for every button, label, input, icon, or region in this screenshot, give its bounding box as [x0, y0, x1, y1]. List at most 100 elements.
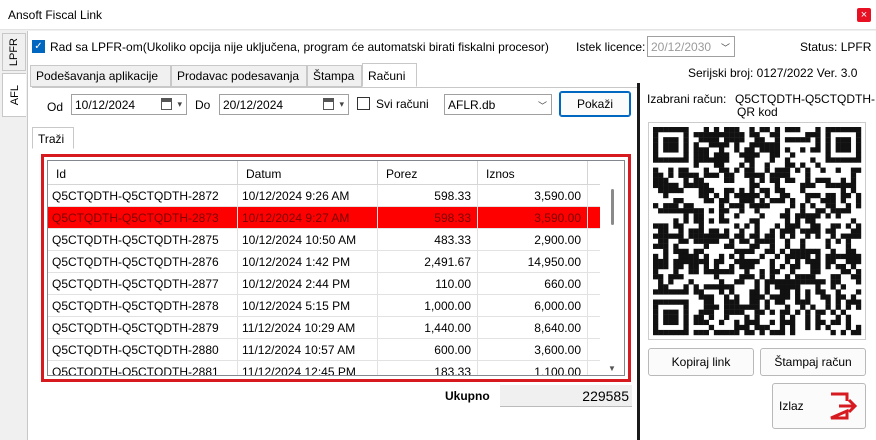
calendar-icon: [161, 98, 172, 110]
cell-tax: 1,440.00: [378, 317, 478, 339]
to-date-value: 20/12/2024: [223, 98, 284, 112]
table-row[interactable]: Q5CTQDTH-Q5CTQDTH-2879 11/12/2024 10:29 A…: [48, 317, 600, 339]
cell-amount: 3,600.00: [478, 339, 588, 361]
cell-date: 10/12/2024 9:27 AM: [238, 207, 378, 229]
cell-id: Q5CTQDTH-Q5CTQDTH-2876: [48, 251, 238, 273]
title-bar: Ansoft Fiscal Link ×: [0, 0, 876, 30]
cell-amount: 8,640.00: [478, 317, 588, 339]
qr-code: [648, 122, 866, 340]
to-label: Do: [195, 98, 211, 112]
tab-print[interactable]: Štampa: [307, 65, 362, 87]
cell-amount: 3,590.00: [478, 185, 588, 207]
license-date: 20/12/2030 ﹀: [647, 36, 735, 57]
side-tabs: LPFR AFL: [0, 31, 28, 440]
side-tab-afl[interactable]: AFL: [2, 73, 26, 117]
cell-tax: 600.00: [378, 339, 478, 361]
status-text: Status: LPFR: [800, 40, 872, 54]
from-label: Od: [47, 100, 64, 114]
cell-id: Q5CTQDTH-Q5CTQDTH-2880: [48, 339, 238, 361]
cell-date: 11/12/2024 10:29 AM: [238, 317, 378, 339]
qr-label: QR kod: [737, 105, 778, 119]
cell-amount: 6,000.00: [478, 295, 588, 317]
calendar-icon: [323, 98, 334, 110]
total-label: Ukupno: [445, 389, 490, 403]
cell-tax: 183.33: [378, 361, 478, 375]
receipts-grid-frame: Id Datum Porez Iznos Q5CTQDTH-Q5CTQDTH-2…: [41, 154, 631, 382]
cell-tax: 483.33: [378, 229, 478, 251]
table-row[interactable]: Q5CTQDTH-Q5CTQDTH-2872 10/12/2024 9:26 AM…: [48, 185, 600, 207]
cell-tax: 598.33: [378, 207, 478, 229]
table-row[interactable]: Q5CTQDTH-Q5CTQDTH-2873 10/12/2024 9:27 AM…: [48, 207, 600, 229]
copy-link-button[interactable]: Kopiraj link: [648, 348, 754, 376]
table-row[interactable]: Q5CTQDTH-Q5CTQDTH-2878 10/12/2024 5:15 PM…: [48, 295, 600, 317]
cell-tax: 1,000.00: [378, 295, 478, 317]
scrollbar-thumb[interactable]: [611, 189, 614, 225]
cell-id: Q5CTQDTH-Q5CTQDTH-2879: [48, 317, 238, 339]
column-header-date[interactable]: Datum: [238, 161, 378, 185]
column-header-tax[interactable]: Porez: [378, 161, 478, 185]
license-label: Istek licence:: [576, 40, 646, 54]
cell-date: 11/12/2024 12:45 PM: [238, 361, 378, 375]
cell-date: 10/12/2024 5:15 PM: [238, 295, 378, 317]
selected-receipt-label: Izabrani račun:: [647, 92, 727, 106]
cell-amount: 1,100.00: [478, 361, 588, 375]
column-header-id[interactable]: Id: [48, 161, 238, 185]
serial-number: Serijski broj: 0127/2022 Ver. 3.0: [688, 66, 858, 80]
cell-id: Q5CTQDTH-Q5CTQDTH-2881: [48, 361, 238, 375]
to-date-picker[interactable]: 20/12/2024 ▾: [219, 94, 349, 115]
panel-divider: [637, 83, 640, 440]
cell-date: 11/12/2024 10:57 AM: [238, 339, 378, 361]
grid-header: Id Datum Porez Iznos: [48, 161, 600, 185]
cell-tax: 110.00: [378, 273, 478, 295]
tab-search[interactable]: Traži: [32, 127, 74, 149]
table-row[interactable]: Q5CTQDTH-Q5CTQDTH-2881 11/12/2024 12:45 P…: [48, 361, 600, 375]
cell-tax: 2,491.67: [378, 251, 478, 273]
cell-amount: 2,900.00: [478, 229, 588, 251]
chevron-down-icon: ▾: [339, 99, 344, 109]
side-tab-lpfr[interactable]: LPFR: [2, 33, 26, 71]
lpfr-mode-checkbox[interactable]: ✓: [32, 40, 45, 53]
cell-amount: 14,950.00: [478, 251, 588, 273]
close-icon[interactable]: ×: [857, 8, 871, 22]
chevron-down-icon: ﹀: [720, 43, 730, 53]
check-icon: ✓: [34, 41, 43, 52]
from-date-picker[interactable]: 10/12/2024 ▾: [71, 94, 187, 115]
exit-label: Izlaz: [779, 399, 804, 413]
table-row[interactable]: Q5CTQDTH-Q5CTQDTH-2875 10/12/2024 10:50 A…: [48, 229, 600, 251]
lpfr-mode-label: Rad sa LPFR-om(Ukoliko opcija nije uklju…: [50, 40, 549, 54]
show-button[interactable]: Pokaži: [559, 91, 631, 117]
database-value: AFLR.db: [448, 98, 496, 112]
database-select[interactable]: AFLR.db ﹀: [444, 94, 552, 115]
from-date-value: 10/12/2024: [75, 98, 136, 112]
cell-amount: 3,590.00: [478, 207, 588, 229]
cell-amount: 660.00: [478, 273, 588, 295]
cell-date: 10/12/2024 10:50 AM: [238, 229, 378, 251]
cell-date: 10/12/2024 1:42 PM: [238, 251, 378, 273]
exit-button[interactable]: Izlaz: [772, 383, 866, 429]
side-tab-label: AFL: [8, 84, 21, 106]
cell-id: Q5CTQDTH-Q5CTQDTH-2873: [48, 207, 238, 229]
chevron-down-icon: ▾: [177, 99, 182, 109]
tab-seller-settings[interactable]: Prodavac podesavanja: [171, 65, 307, 87]
total-value: 229585: [500, 385, 632, 407]
cell-id: Q5CTQDTH-Q5CTQDTH-2872: [48, 185, 238, 207]
grid-scrollbar[interactable]: ▼: [608, 185, 618, 375]
all-receipts-checkbox[interactable]: [357, 97, 370, 110]
tab-app-settings[interactable]: Podešavanja aplikacije: [30, 65, 171, 87]
side-tab-label: LPFR: [8, 37, 20, 67]
all-receipts-label: Svi računi: [376, 97, 429, 111]
cell-id: Q5CTQDTH-Q5CTQDTH-2875: [48, 229, 238, 251]
cell-date: 10/12/2024 2:44 PM: [238, 273, 378, 295]
table-row[interactable]: Q5CTQDTH-Q5CTQDTH-2880 11/12/2024 10:57 A…: [48, 339, 600, 361]
exit-icon: [830, 392, 858, 420]
print-receipt-button[interactable]: Štampaj račun: [760, 348, 866, 376]
chevron-down-icon[interactable]: ▼: [608, 364, 616, 373]
tab-receipts[interactable]: Računi: [362, 63, 417, 87]
chevron-down-icon: ﹀: [537, 101, 547, 111]
receipts-grid[interactable]: Id Datum Porez Iznos Q5CTQDTH-Q5CTQDTH-2…: [47, 160, 625, 376]
table-row[interactable]: Q5CTQDTH-Q5CTQDTH-2877 10/12/2024 2:44 PM…: [48, 273, 600, 295]
cell-id: Q5CTQDTH-Q5CTQDTH-2878: [48, 295, 238, 317]
column-header-amount[interactable]: Iznos: [478, 161, 588, 185]
cell-date: 10/12/2024 9:26 AM: [238, 185, 378, 207]
table-row[interactable]: Q5CTQDTH-Q5CTQDTH-2876 10/12/2024 1:42 PM…: [48, 251, 600, 273]
